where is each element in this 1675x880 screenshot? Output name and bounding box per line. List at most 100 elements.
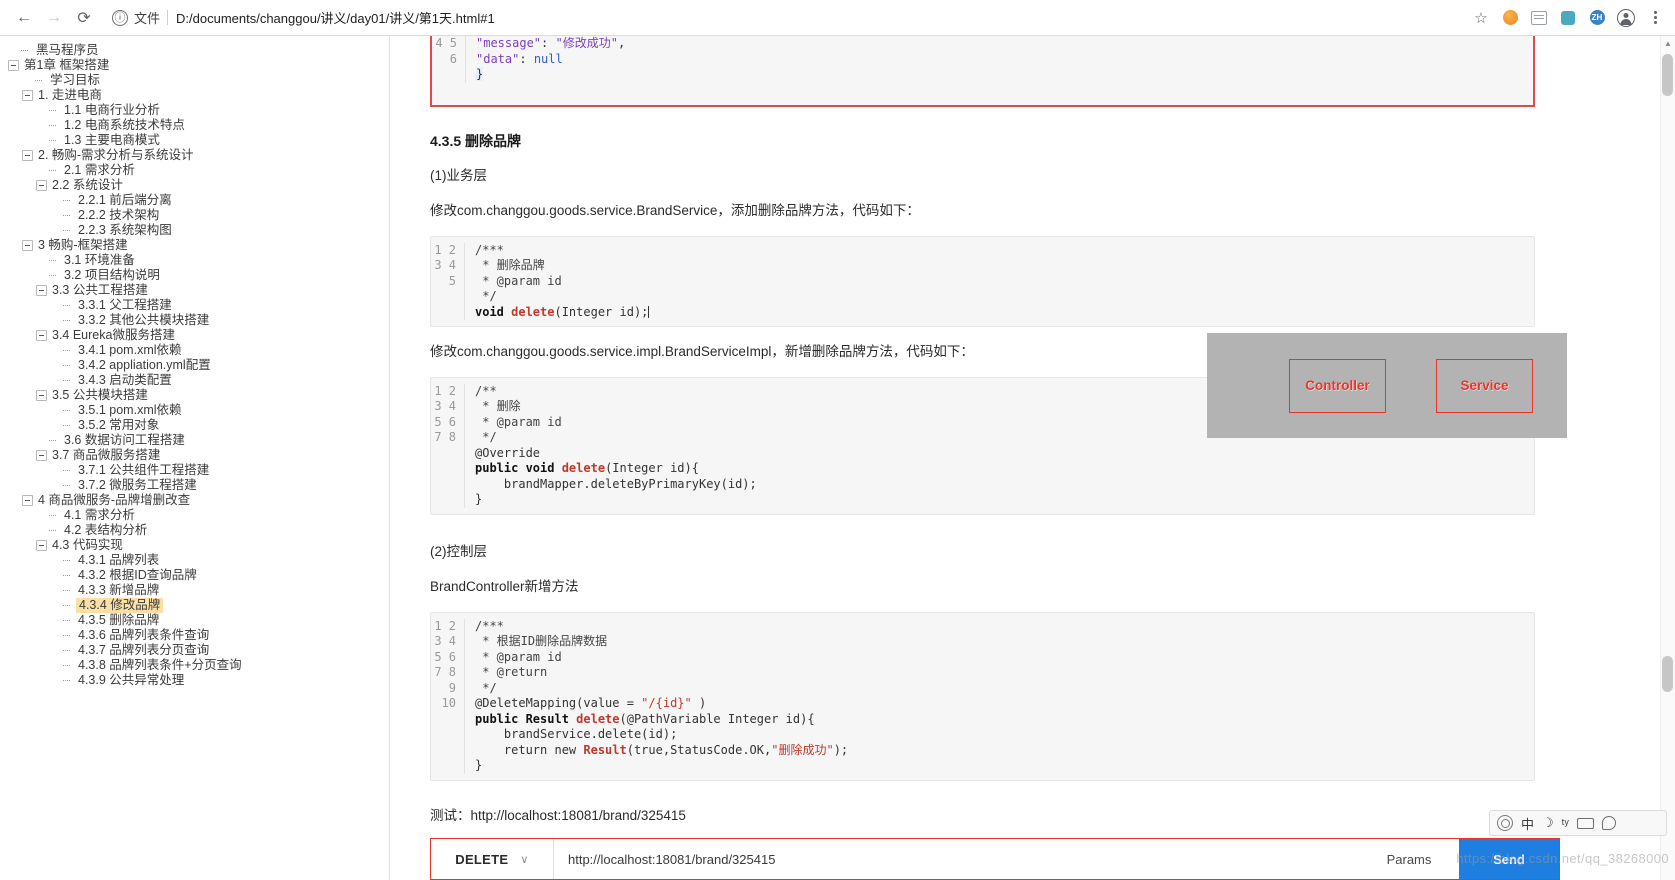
sidebar-item-17[interactable]: 3.3.1 父工程搭建	[8, 298, 389, 313]
sidebar-item-32[interactable]: 4.2 表结构分析	[8, 523, 389, 538]
palette-icon[interactable]	[1601, 816, 1616, 830]
tree-dash-icon	[62, 300, 73, 311]
sidebar-item-20[interactable]: 3.4.1 pom.xml依赖	[8, 343, 389, 358]
address-bar[interactable]: ⓘ 文件 D:/documents/changgou/讲义/day01/讲义/第…	[106, 4, 1459, 31]
moon-icon[interactable]: ☽	[1542, 815, 1554, 831]
sidebar-item-4[interactable]: 1.1 电商行业分析	[8, 103, 389, 118]
extension-translate-icon[interactable]: ZH	[1587, 8, 1607, 28]
toc-sidebar[interactable]: 黑马程序员 第1章 框架搭建 学习目标 1. 走进电商 1.1 电商行业分析 1…	[0, 36, 390, 880]
tree-collapse-icon[interactable]	[8, 60, 19, 71]
code-comment-4: */	[475, 430, 497, 445]
scroll-up-arrow-icon[interactable]: ▲	[1661, 36, 1675, 51]
sidebar-item-40[interactable]: 4.3.7 品牌列表分页查询	[8, 643, 389, 658]
sidebar-item-12[interactable]: 2.2.3 系统架构图	[8, 223, 389, 238]
extension-teal-icon[interactable]	[1558, 8, 1578, 28]
tree-collapse-icon[interactable]	[36, 330, 47, 341]
sidebar-item-26[interactable]: 3.6 数据访问工程搭建	[8, 433, 389, 448]
tree-collapse-icon[interactable]	[22, 240, 33, 251]
page-scrollbar[interactable]: ▲	[1660, 36, 1675, 880]
sidebar-item-25[interactable]: 3.5.2 常用对象	[8, 418, 389, 433]
tree-collapse-icon[interactable]	[36, 180, 47, 191]
sidebar-item-31[interactable]: 4.1 需求分析	[8, 508, 389, 523]
tree-collapse-icon[interactable]	[22, 150, 33, 161]
sidebar-item-11[interactable]: 2.2.2 技术架构	[8, 208, 389, 223]
extension-orange-icon[interactable]	[1500, 8, 1520, 28]
sidebar-item-23[interactable]: 3.5 公共模块搭建	[8, 388, 389, 403]
params-button[interactable]: Params	[1359, 839, 1459, 879]
sidebar-item-label: 4.3.7 品牌列表分页查询	[78, 643, 210, 657]
code-comment-2: * 根据ID删除品牌数据	[475, 634, 608, 649]
extension-screenshot-icon[interactable]	[1529, 8, 1549, 28]
tree-dash-icon	[20, 45, 31, 56]
reload-button[interactable]: ⟳	[70, 4, 98, 32]
sidebar-item-39[interactable]: 4.3.6 品牌列表条件查询	[8, 628, 389, 643]
json-closing-brace: }	[476, 67, 484, 81]
sidebar-item-27[interactable]: 3.7 商品微服务搭建	[8, 448, 389, 463]
sidebar-item-label: 3.4.1 pom.xml依赖	[78, 343, 182, 357]
back-button[interactable]: ←	[10, 4, 38, 32]
keyboard-icon[interactable]	[1576, 817, 1594, 829]
sidebar-item-21[interactable]: 3.4.2 appliation.yml配置	[8, 358, 389, 373]
sidebar-item-19[interactable]: 3.4 Eureka微服务搭建	[8, 328, 389, 343]
tree-collapse-icon[interactable]	[22, 495, 33, 506]
ime-superscript-icon[interactable]: ᵗʸ	[1562, 816, 1569, 831]
sidebar-item-29[interactable]: 3.7.2 微服务工程搭建	[8, 478, 389, 493]
bookmark-star-icon[interactable]: ☆	[1471, 8, 1491, 28]
chrome-menu-icon[interactable]	[1645, 8, 1665, 28]
ime-language-toggle[interactable]: 中	[1521, 814, 1534, 833]
page-scrollbar-thumb[interactable]	[1662, 54, 1673, 96]
sidebar-item-13[interactable]: 3 畅购-框架搭建	[8, 238, 389, 253]
sidebar-item-8[interactable]: 2.1 需求分析	[8, 163, 389, 178]
tree-collapse-icon[interactable]	[36, 285, 47, 296]
ime-logo-icon[interactable]	[1497, 815, 1513, 831]
sidebar-item-28[interactable]: 3.7.1 公共组件工程搭建	[8, 463, 389, 478]
sidebar-item-6[interactable]: 1.3 主要电商模式	[8, 133, 389, 148]
sidebar-item-18[interactable]: 3.3.2 其他公共模块搭建	[8, 313, 389, 328]
sidebar-item-38[interactable]: 4.3.5 删除品牌	[8, 613, 389, 628]
ime-toolbar[interactable]: 中 ☽ ᵗʸ	[1489, 810, 1667, 836]
tree-dash-icon	[62, 585, 73, 596]
sidebar-item-35[interactable]: 4.3.2 根据ID查询品牌	[8, 568, 389, 583]
request-url-input[interactable]: http://localhost:18081/brand/325415	[554, 839, 1359, 879]
sidebar-item-30[interactable]: 4 商品微服务-品牌增删改查	[8, 493, 389, 508]
site-info-icon[interactable]: ⓘ	[112, 9, 128, 26]
sidebar-item-9[interactable]: 2.2 系统设计	[8, 178, 389, 193]
tree-collapse-icon[interactable]	[36, 540, 47, 551]
sidebar-item-2[interactable]: 学习目标	[8, 73, 389, 88]
params-label: Params	[1386, 851, 1432, 867]
tree-collapse-icon[interactable]	[22, 90, 33, 101]
code-method-name: delete	[511, 304, 555, 319]
sidebar-item-3[interactable]: 1. 走进电商	[8, 88, 389, 103]
sidebar-item-37-active[interactable]: 4.3.4 修改品牌	[8, 598, 389, 613]
tree-collapse-icon[interactable]	[36, 450, 47, 461]
http-method-dropdown[interactable]: DELETE ∨	[431, 839, 554, 879]
sidebar-item-label: 3.4.2 appliation.yml配置	[78, 358, 211, 372]
sidebar-item-label: 黑马程序员	[36, 43, 99, 57]
sidebar-item-24[interactable]: 3.5.1 pom.xml依赖	[8, 403, 389, 418]
postman-request-bar[interactable]: DELETE ∨ http://localhost:18081/brand/32…	[430, 838, 1560, 880]
sidebar-item-label: 1.1 电商行业分析	[64, 103, 160, 117]
sidebar-item-14[interactable]: 3.1 环境准备	[8, 253, 389, 268]
tree-dash-icon	[62, 630, 73, 641]
sidebar-item-36[interactable]: 4.3.3 新增品牌	[8, 583, 389, 598]
sidebar-item-label: 3.7 商品微服务搭建	[52, 448, 161, 462]
sidebar-item-7[interactable]: 2. 畅购-需求分析与系统设计	[8, 148, 389, 163]
page-scrollbar-thumb-secondary[interactable]	[1662, 656, 1673, 692]
forward-button[interactable]: →	[40, 4, 68, 32]
sidebar-item-15[interactable]: 3.2 项目结构说明	[8, 268, 389, 283]
sidebar-item-33[interactable]: 4.3 代码实现	[8, 538, 389, 553]
sidebar-item-0[interactable]: 黑马程序员	[8, 43, 389, 58]
sidebar-item-1[interactable]: 第1章 框架搭建	[8, 58, 389, 73]
sidebar-item-41[interactable]: 4.3.8 品牌列表条件+分页查询	[8, 658, 389, 673]
sidebar-item-label: 2.2.1 前后端分离	[78, 193, 172, 207]
omnibox-divider	[167, 10, 169, 25]
sidebar-item-42[interactable]: 4.3.9 公共异常处理	[8, 673, 389, 688]
sidebar-item-5[interactable]: 1.2 电商系统技术特点	[8, 118, 389, 133]
sidebar-item-16[interactable]: 3.3 公共工程搭建	[8, 283, 389, 298]
sidebar-item-22[interactable]: 3.4.3 启动类配置	[8, 373, 389, 388]
tree-collapse-icon[interactable]	[36, 390, 47, 401]
code-return-mid: (true,StatusCode.OK,	[626, 742, 772, 757]
sidebar-item-34[interactable]: 4.3.1 品牌列表	[8, 553, 389, 568]
profile-avatar-icon[interactable]	[1616, 8, 1636, 28]
sidebar-item-10[interactable]: 2.2.1 前后端分离	[8, 193, 389, 208]
